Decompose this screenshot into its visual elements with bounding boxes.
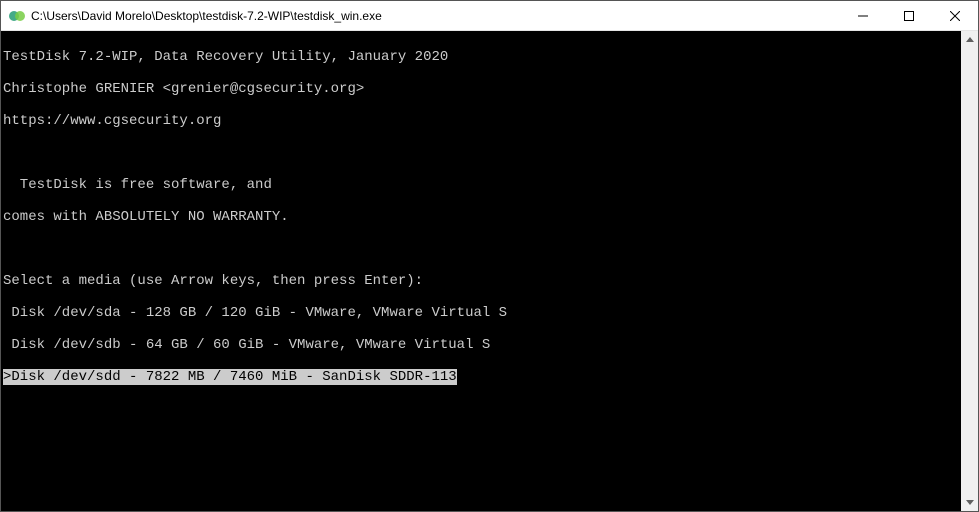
- notice-line: TestDisk is free software, and: [3, 177, 959, 193]
- blank-line: [3, 433, 959, 449]
- titlebar: C:\Users\David Morelo\Desktop\testdisk-7…: [1, 1, 978, 31]
- blank-line: [3, 241, 959, 257]
- disk-option[interactable]: Disk /dev/sdb - 64 GB / 60 GiB - VMware,…: [3, 337, 959, 353]
- select-prompt: Select a media (use Arrow keys, then pre…: [3, 273, 959, 289]
- maximize-button[interactable]: [886, 1, 932, 30]
- header-line: Christophe GRENIER <grenier@cgsecurity.o…: [3, 81, 959, 97]
- minimize-button[interactable]: [840, 1, 886, 30]
- scroll-down-icon[interactable]: [961, 494, 978, 511]
- blank-line: [3, 497, 959, 511]
- scroll-up-icon[interactable]: [961, 31, 978, 48]
- terminal-output: TestDisk 7.2-WIP, Data Recovery Utility,…: [1, 31, 961, 511]
- window-controls: [840, 1, 978, 30]
- blank-line: [3, 145, 959, 161]
- blank-line: [3, 401, 959, 417]
- scrollbar[interactable]: [961, 31, 978, 511]
- notice-line: comes with ABSOLUTELY NO WARRANTY.: [3, 209, 959, 225]
- app-icon: [9, 8, 25, 24]
- disk-option-selected[interactable]: >Disk /dev/sdd - 7822 MB / 7460 MiB - Sa…: [3, 369, 959, 385]
- close-button[interactable]: [932, 1, 978, 30]
- blank-line: [3, 465, 959, 481]
- window-title: C:\Users\David Morelo\Desktop\testdisk-7…: [31, 9, 840, 23]
- header-line: TestDisk 7.2-WIP, Data Recovery Utility,…: [3, 49, 959, 65]
- disk-option[interactable]: Disk /dev/sda - 128 GB / 120 GiB - VMwar…: [3, 305, 959, 321]
- header-line: https://www.cgsecurity.org: [3, 113, 959, 129]
